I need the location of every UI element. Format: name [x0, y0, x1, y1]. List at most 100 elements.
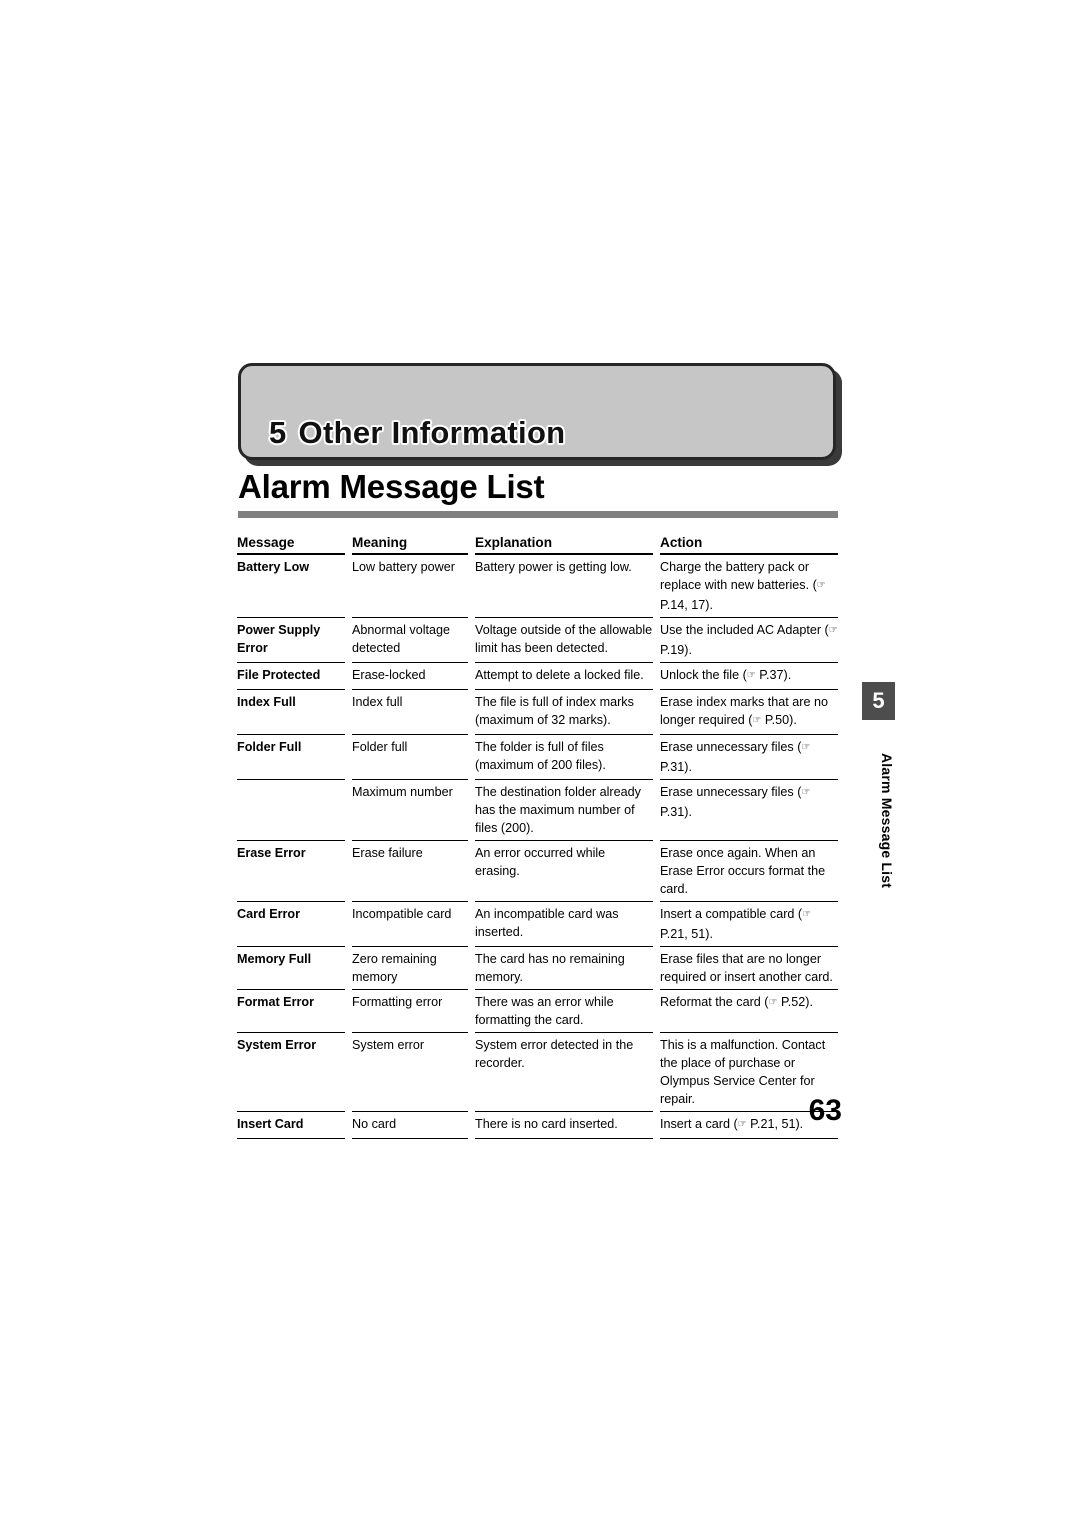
cell-action: Unlock the file (☞ P.37). [660, 663, 838, 691]
pointing-hand-icon: ☞ [768, 997, 778, 1008]
table-row: Maximum number The destination folder alr… [237, 780, 838, 842]
table-row: Power Supply Error Abnormal voltage detec… [237, 618, 838, 664]
document-page: 5 Other Information Alarm Message List Me… [0, 0, 1080, 1528]
cell-meaning: Maximum number [352, 780, 468, 842]
cell-explanation: The destination folder already has the m… [475, 780, 653, 842]
pointing-hand-icon: ☞ [737, 1119, 747, 1130]
cell-action-text: Unlock the file ( [660, 668, 747, 682]
page-number: 63 [808, 1094, 842, 1127]
cell-explanation: There is no card inserted. [475, 1112, 653, 1140]
cell-action: Insert a compatible card (☞ P.21, 51). [660, 902, 838, 948]
pointing-hand-icon: ☞ [816, 580, 826, 591]
alarm-message-table: Message Meaning Explanation Action Batte… [237, 531, 838, 1140]
table-body: Battery Low Low battery power Battery powe… [237, 555, 838, 1140]
cell-message: System Error [237, 1033, 345, 1113]
cell-action: Erase index marks that are no longer req… [660, 690, 838, 736]
cell-action-text: Use the included AC Adapter ( [660, 623, 829, 637]
cell-action-text: Reformat the card ( [660, 995, 769, 1009]
cell-explanation: System error detected in the recorder. [475, 1033, 653, 1113]
cell-action: Erase files that are no longer required … [660, 947, 838, 991]
cell-action-reference: P.52). [777, 995, 813, 1009]
cell-meaning: System error [352, 1033, 468, 1113]
chapter-banner-text: 5 Other Information [269, 415, 565, 451]
pointing-hand-icon: ☞ [801, 787, 811, 798]
cell-explanation: Battery power is getting low. [475, 555, 653, 619]
cell-explanation: The file is full of index marks (maximum… [475, 690, 653, 736]
side-tab-section-label: Alarm Message List [879, 753, 895, 889]
cell-action-text: Erase files that are no longer required … [660, 952, 833, 984]
table-row: Erase Error Erase failure An error occurre… [237, 841, 838, 903]
pointing-hand-icon: ☞ [801, 742, 811, 753]
cell-meaning: Index full [352, 690, 468, 736]
cell-message: File Protected [237, 663, 345, 691]
cell-action-reference: P.14, 17). [660, 598, 713, 612]
cell-explanation: Voltage outside of the allowable limit h… [475, 618, 653, 664]
page-title: Alarm Message List [238, 468, 545, 505]
cell-action: Erase unnecessary files (☞ P.31). [660, 780, 838, 842]
cell-message [237, 780, 345, 842]
side-tab-chapter-number: 5 [872, 688, 885, 713]
chapter-title: Other Information [298, 415, 566, 450]
cell-message: Power Supply Error [237, 618, 345, 664]
cell-action-text: Erase once again. When an Erase Error oc… [660, 846, 826, 896]
cell-explanation: Attempt to delete a locked file. [475, 663, 653, 691]
cell-action-text: Erase index marks that are no longer req… [660, 695, 828, 727]
pointing-hand-icon: ☞ [802, 909, 812, 920]
cell-action-reference: P.50). [761, 713, 797, 727]
cell-action-reference: P.37). [755, 668, 792, 682]
cell-message: Folder Full [237, 735, 345, 781]
cell-message: Battery Low [237, 555, 345, 619]
column-header-message: Message [237, 531, 345, 556]
cell-message: Insert Card [237, 1112, 345, 1140]
column-header-meaning: Meaning [352, 531, 468, 556]
cell-message: Format Error [237, 990, 345, 1034]
cell-meaning: Zero remaining memory [352, 947, 468, 991]
cell-action: Erase unnecessary files (☞ P.31). [660, 735, 838, 781]
cell-meaning: Folder full [352, 735, 468, 781]
table-row: File Protected Erase-locked Attempt to del… [237, 663, 838, 691]
chapter-banner: 5 Other Information [238, 363, 836, 460]
cell-action: Use the included AC Adapter (☞ P.19). [660, 618, 838, 664]
cell-action-reference: P.19). [660, 643, 692, 657]
table-row: Insert Card No card There is no card inser… [237, 1112, 838, 1140]
cell-message: Memory Full [237, 947, 345, 991]
cell-message: Card Error [237, 902, 345, 948]
cell-message: Index Full [237, 690, 345, 736]
cell-meaning: Erase failure [352, 841, 468, 903]
table-row: Battery Low Low battery power Battery powe… [237, 555, 838, 619]
table-row: Index Full Index full The file is full of … [237, 690, 838, 736]
table-row: Card Error Incompatible card An incompatib… [237, 902, 838, 948]
table-row: Folder Full Folder full The folder is full… [237, 735, 838, 781]
side-tab-chapter-box: 5 [862, 682, 895, 720]
cell-explanation: An error occurred while erasing. [475, 841, 653, 903]
cell-explanation: The folder is full of files (maximum of … [475, 735, 653, 781]
cell-action-text: Charge the battery pack or replace with … [660, 560, 817, 592]
pointing-hand-icon: ☞ [752, 715, 762, 726]
column-header-explanation: Explanation [475, 531, 653, 556]
chapter-number: 5 [269, 415, 287, 450]
cell-explanation: An incompatible card was inserted. [475, 902, 653, 948]
cell-action: Charge the battery pack or replace with … [660, 555, 838, 619]
section-title-rule [238, 511, 838, 518]
cell-action-text: Insert a compatible card ( [660, 907, 803, 921]
cell-action: Erase once again. When an Erase Error oc… [660, 841, 838, 903]
table-row: Format Error Formatting error There was an… [237, 990, 838, 1034]
cell-action-text: Erase unnecessary files ( [660, 785, 802, 799]
cell-action: Reformat the card (☞ P.52). [660, 990, 838, 1034]
cell-message: Erase Error [237, 841, 345, 903]
table-row: Memory Full Zero remaining memory The card… [237, 947, 838, 991]
cell-meaning: Low battery power [352, 555, 468, 619]
cell-action-text: Insert a card ( [660, 1117, 738, 1131]
table-row: System Error System error System error det… [237, 1033, 838, 1113]
cell-meaning: Incompatible card [352, 902, 468, 948]
cell-meaning: No card [352, 1112, 468, 1140]
cell-action-reference: P.31). [660, 760, 692, 774]
cell-action-reference: P.31). [660, 805, 692, 819]
column-header-action: Action [660, 531, 838, 556]
cell-action-text: Erase unnecessary files ( [660, 740, 802, 754]
table-header-row: Message Meaning Explanation Action [237, 531, 838, 556]
cell-meaning: Abnormal voltage detected [352, 618, 468, 664]
pointing-hand-icon: ☞ [828, 625, 838, 636]
pointing-hand-icon: ☞ [746, 670, 756, 681]
cell-meaning: Erase-locked [352, 663, 468, 691]
